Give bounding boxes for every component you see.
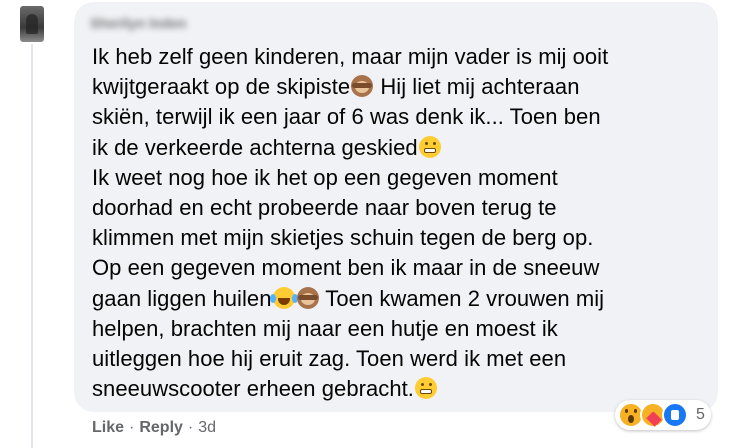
comment-line: skiën, terwijl ik een jaar of 6 was denk… — [92, 102, 702, 132]
comment-text-segment: Ik weet nog hoe ik het op een gegeven mo… — [92, 164, 558, 190]
comment-text: Ik heb zelf geen kinderen, maar mijn vad… — [90, 42, 702, 404]
reaction-count: 5 — [696, 406, 705, 423]
comment-line: Ik heb zelf geen kinderen, maar mijn vad… — [92, 42, 702, 72]
comment-text-segment: uitleggen hoe hij eruit zag. Toen werd i… — [92, 346, 567, 372]
comment-text-segment: Op een gegeven moment ben ik maar in de … — [92, 255, 600, 281]
comment-text-segment: klimmen met mijn skietjes schuin tegen d… — [92, 225, 594, 251]
comment-line: helpen, brachten mij naar een hutje en m… — [92, 314, 702, 344]
comment-line: uitleggen hoe hij eruit zag. Toen werd i… — [92, 344, 702, 374]
comment-text-segment: ik de verkeerde achterna geskied — [92, 134, 418, 160]
separator: · — [129, 419, 135, 436]
comment-line: gaan liggen huilen Toen kwamen 2 vrouwen… — [92, 284, 702, 314]
comment-bubble: Sherilyn Inden Ik heb zelf geen kinderen… — [74, 2, 718, 412]
comment-text-segment: sneeuwscooter erheen gebracht. — [92, 376, 414, 402]
avatar[interactable] — [20, 6, 44, 42]
separator: · — [187, 419, 194, 436]
comment-line: klimmen met mijn skietjes schuin tegen d… — [92, 223, 702, 253]
comment-line: ik de verkeerde achterna geskied — [92, 133, 702, 163]
like-button[interactable]: Like — [92, 419, 124, 436]
reaction-summary[interactable]: 5 — [615, 400, 711, 430]
comment-text-segment: kwijtgeraakt op de skipiste — [92, 74, 351, 100]
like-reaction-icon — [662, 402, 688, 428]
tears-of-joy-emoji-icon — [269, 286, 295, 309]
reply-button[interactable]: Reply — [139, 419, 183, 436]
see-no-evil-monkey-emoji-icon — [296, 286, 319, 309]
comment-line: kwijtgeraakt op de skipiste Hij liet mij… — [92, 72, 702, 102]
comment-author[interactable]: Sherilyn Inden — [90, 14, 186, 32]
comment-text-segment: skiën, terwijl ik een jaar of 6 was denk… — [92, 104, 601, 130]
comment-line: sneeuwscooter erheen gebracht. — [92, 374, 702, 404]
comment-text-segment: Hij liet mij achteraan — [374, 74, 580, 100]
comment-line: Ik weet nog hoe ik het op een gegeven mo… — [92, 163, 702, 193]
grimacing-face-emoji-icon — [414, 377, 437, 400]
comment-text-segment: Toen kwamen 2 vrouwen mij — [319, 285, 605, 311]
thread-line — [31, 44, 33, 448]
comment-text-segment: doorhad en echt probeerde naar boven ter… — [92, 195, 557, 221]
comment-line: doorhad en echt probeerde naar boven ter… — [92, 193, 702, 223]
comment-text-segment: Ik heb zelf geen kinderen, maar mijn vad… — [92, 44, 609, 69]
grimacing-face-emoji-icon — [418, 135, 441, 158]
comment-line: Op een gegeven moment ben ik maar in de … — [92, 253, 702, 283]
comment-text-segment: gaan liggen huilen — [92, 285, 272, 311]
timestamp[interactable]: 3d — [198, 419, 216, 436]
comment-actions: Like · Reply · 3d — [92, 419, 216, 437]
comment-text-segment: helpen, brachten mij naar een hutje en m… — [92, 315, 558, 341]
see-no-evil-monkey-emoji-icon — [351, 75, 374, 98]
